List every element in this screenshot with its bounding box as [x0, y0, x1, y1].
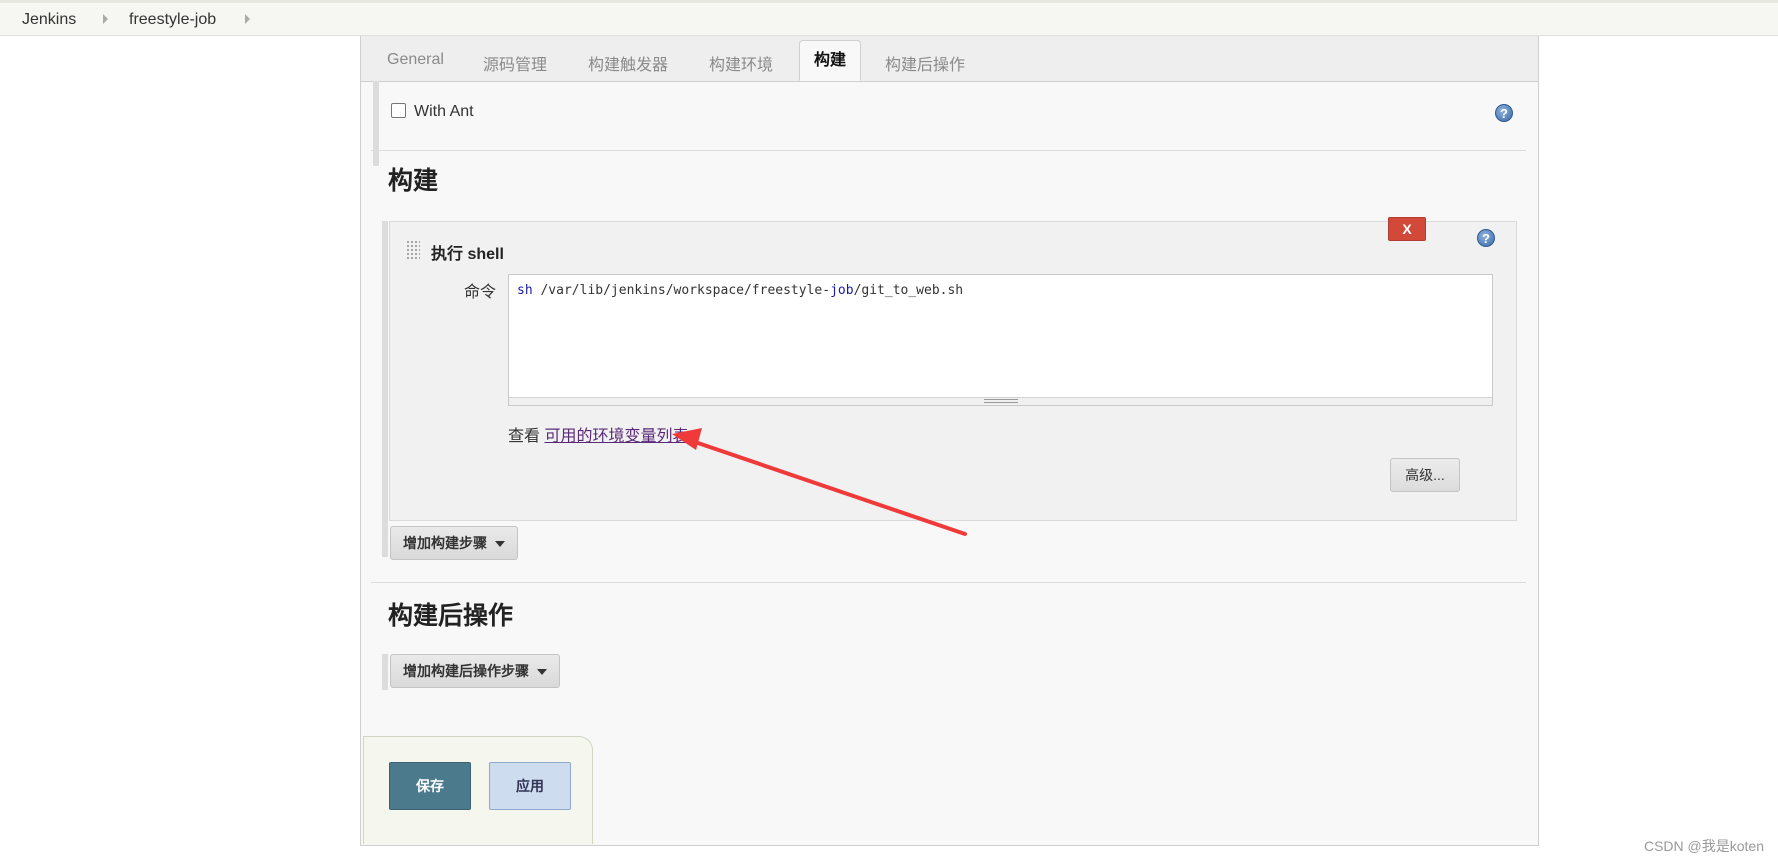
post-build-left-bar	[382, 654, 388, 690]
textarea-resize-handle[interactable]	[509, 397, 1492, 405]
drag-handle-icon[interactable]	[406, 240, 420, 260]
bottom-action-bar: 保存 应用	[363, 736, 593, 844]
with-ant-checkbox[interactable]	[391, 103, 406, 118]
chevron-right-icon[interactable]	[103, 14, 108, 24]
breadcrumb-jenkins[interactable]: Jenkins	[22, 11, 76, 29]
delete-step-button[interactable]: X	[1388, 217, 1426, 241]
breadcrumb-freestyle-job[interactable]: freestyle-job	[129, 11, 216, 29]
add-post-build-step-button[interactable]: 增加构建后操作步骤	[390, 654, 560, 688]
advanced-button[interactable]: 高级...	[1390, 458, 1460, 492]
watermark: CSDN @我是koten	[1643, 838, 1764, 854]
build-left-bar	[382, 221, 388, 557]
tab-post-build[interactable]: 构建后操作	[885, 51, 965, 75]
section-divider	[371, 582, 1526, 583]
env-vars-link[interactable]: 可用的环境变量列表	[544, 428, 688, 445]
execute-shell-step: 执行 shell 命令 sh /var/lib/jenkins/workspac…	[389, 221, 1517, 521]
post-build-section-title: 构建后操作	[388, 602, 514, 630]
apply-button[interactable]: 应用	[489, 762, 571, 810]
caret-down-icon	[495, 541, 505, 548]
grip-icon	[984, 399, 1018, 403]
env-vars-line: 查看 可用的环境变量列表	[508, 428, 689, 445]
help-icon[interactable]: ?	[1477, 229, 1495, 247]
tab-source-control[interactable]: 源码管理	[483, 51, 547, 75]
caret-down-icon	[537, 669, 547, 676]
step-title: 执行 shell	[431, 246, 504, 263]
chevron-right-icon[interactable]	[245, 14, 250, 24]
build-section-title: 构建	[388, 167, 439, 195]
tab-build-environment[interactable]: 构建环境	[709, 51, 773, 75]
with-ant-label: With Ant	[414, 103, 474, 120]
help-icon[interactable]: ?	[1495, 104, 1513, 122]
tab-build-triggers[interactable]: 构建触发器	[588, 51, 668, 75]
save-button[interactable]: 保存	[389, 762, 471, 810]
command-text: sh /var/lib/jenkins/workspace/freestyle-…	[517, 283, 964, 298]
command-label: 命令	[464, 284, 497, 301]
section-divider	[371, 150, 1526, 151]
add-build-step-button[interactable]: 增加构建步骤	[390, 526, 518, 560]
tab-build[interactable]: 构建	[799, 40, 862, 81]
config-panel: General 源码管理 构建触发器 构建环境 构建 构建后操作 With An…	[360, 36, 1539, 846]
command-textarea[interactable]: sh /var/lib/jenkins/workspace/freestyle-…	[508, 274, 1493, 406]
tab-general[interactable]: General	[387, 51, 444, 69]
breadcrumb: Jenkins freestyle-job	[0, 0, 1778, 36]
tab-bar: General 源码管理 构建触发器 构建环境 构建 构建后操作	[361, 36, 1538, 82]
section-left-bar	[373, 81, 379, 166]
